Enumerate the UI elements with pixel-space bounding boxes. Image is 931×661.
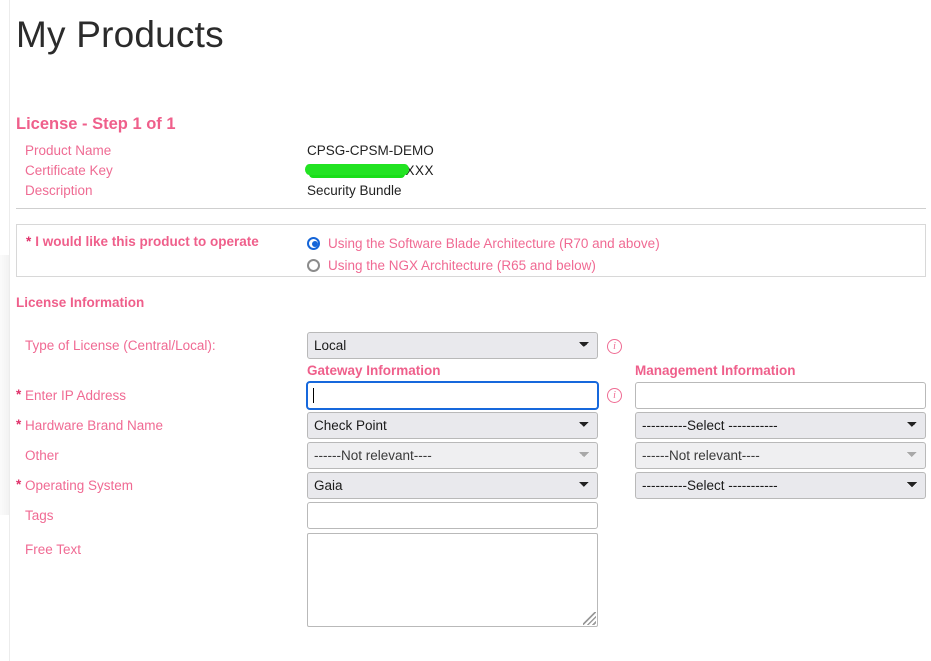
summary-row-description: Description Security Bundle	[0, 183, 931, 203]
summary-label: Product Name	[25, 143, 112, 158]
section-divider	[16, 208, 926, 209]
radio-option-label: Using the NGX Architecture (R65 and belo…	[328, 257, 596, 273]
left-gutter-shade	[0, 255, 9, 515]
operate-label: * I would like this product to operate	[26, 234, 259, 249]
radio-option-label: Using the Software Blade Architecture (R…	[328, 235, 660, 251]
summary-value: Security Bundle	[307, 183, 402, 198]
summary-value: CPSG-CPSM-DEMO	[307, 143, 434, 158]
gateway-information-heading: Gateway Information	[307, 363, 441, 378]
required-marker: *	[16, 477, 22, 492]
select-management-hardware-brand[interactable]: ----------Select -----------	[635, 412, 926, 439]
summary-label: Description	[25, 183, 93, 198]
management-information-heading: Management Information	[635, 363, 796, 378]
license-summary: Product Name CPSG-CPSM-DEMO Certificate …	[0, 143, 931, 203]
summary-row-certificate-key: Certificate Key 4XXXXXX-XXXXXX	[0, 163, 931, 183]
left-gutter-line	[9, 0, 10, 661]
my-products-page: My Products License - Step 1 of 1 Produc…	[0, 0, 931, 661]
license-information-heading: License Information	[16, 295, 145, 310]
required-marker: *	[16, 417, 22, 432]
summary-label: Certificate Key	[25, 163, 113, 178]
radio-option-software-blade[interactable]: Using the Software Blade Architecture (R…	[307, 232, 660, 254]
operate-label-text: I would like this product to operate	[35, 234, 259, 249]
label-operating-system: * Operating System	[16, 477, 134, 493]
input-gateway-ip-address[interactable]	[306, 381, 599, 410]
label-enter-ip-address: * Enter IP Address	[16, 387, 127, 403]
info-icon-ip-address[interactable]: i	[607, 388, 622, 403]
label-free-text: Free Text	[25, 542, 82, 557]
radio-option-ngx[interactable]: Using the NGX Architecture (R65 and belo…	[307, 254, 660, 276]
select-gateway-hardware-brand[interactable]: Check Point	[307, 412, 598, 439]
required-marker: *	[16, 387, 22, 402]
info-icon-type-of-license[interactable]: i	[607, 339, 622, 354]
label-hardware-brand-name: * Hardware Brand Name	[16, 417, 164, 433]
input-tags[interactable]	[307, 502, 598, 529]
radio-selected-icon[interactable]	[307, 236, 320, 250]
select-gateway-operating-system[interactable]: Gaia	[307, 472, 598, 499]
required-marker: *	[26, 234, 32, 249]
select-type-of-license[interactable]: Local	[307, 332, 598, 359]
summary-value-redacted: 4XXXXXX-XXXXXX	[304, 163, 435, 178]
select-management-other[interactable]: ------Not relevant----	[635, 442, 926, 469]
label-type-of-license: Type of License (Central/Local):	[25, 338, 216, 353]
label-text: Operating System	[25, 478, 134, 493]
label-other: Other	[25, 448, 59, 463]
license-step-heading: License - Step 1 of 1	[16, 115, 176, 133]
select-management-operating-system[interactable]: ----------Select -----------	[635, 472, 926, 499]
product-operate-box: * I would like this product to operate Us…	[16, 224, 926, 277]
architecture-radio-group: Using the Software Blade Architecture (R…	[307, 232, 660, 276]
select-gateway-other[interactable]: ------Not relevant----	[307, 442, 598, 469]
summary-row-product-name: Product Name CPSG-CPSM-DEMO	[0, 143, 931, 163]
textarea-free-text[interactable]	[307, 533, 598, 627]
label-tags: Tags	[25, 508, 54, 523]
label-text: Enter IP Address	[25, 388, 127, 403]
redacted-certificate-key: 4XXXXXX-XXXXXX	[304, 163, 435, 178]
radio-unselected-icon[interactable]	[307, 258, 320, 272]
page-title: My Products	[16, 14, 224, 55]
text-caret	[313, 388, 314, 403]
label-text: Hardware Brand Name	[25, 418, 164, 433]
input-management-ip-address[interactable]	[635, 382, 926, 409]
